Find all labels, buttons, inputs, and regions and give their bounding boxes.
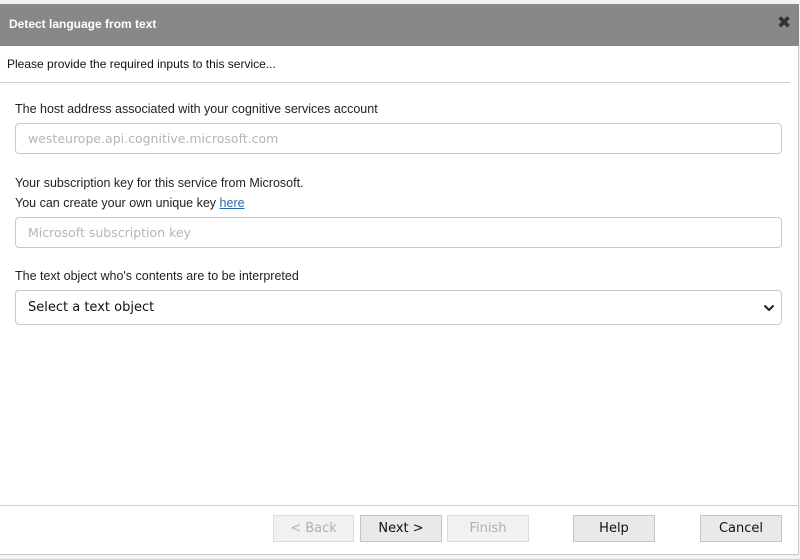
next-button[interactable]: Next > [360,515,442,542]
detect-language-dialog: Detect language from text ✖ Please provi… [0,4,799,555]
text-object-select[interactable]: Select a text object [15,290,782,325]
back-button[interactable]: < Back [273,515,354,542]
dialog-title: Detect language from text [9,17,157,31]
help-button[interactable]: Help [573,515,655,542]
host-address-input[interactable] [15,123,782,154]
dialog-titlebar: Detect language from text ✖ [0,4,799,46]
text-object-label: The text object who's contents are to be… [15,269,299,283]
key-label-line1: Your subscription key for this service f… [15,176,304,190]
footer-divider [0,505,799,506]
finish-button[interactable]: Finish [447,515,529,542]
cancel-button[interactable]: Cancel [700,515,782,542]
close-icon[interactable]: ✖ [777,14,791,31]
chevron-down-icon [764,305,774,311]
text-object-selected-value: Select a text object [28,300,155,315]
create-key-link[interactable]: here [220,196,245,210]
key-label-line2: You can create your own unique key here [15,196,245,210]
header-divider [0,82,790,83]
key-label-prefix: You can create your own unique key [15,196,220,210]
intro-text: Please provide the required inputs to th… [7,57,276,71]
subscription-key-input[interactable] [15,217,782,248]
host-label: The host address associated with your co… [15,102,378,116]
